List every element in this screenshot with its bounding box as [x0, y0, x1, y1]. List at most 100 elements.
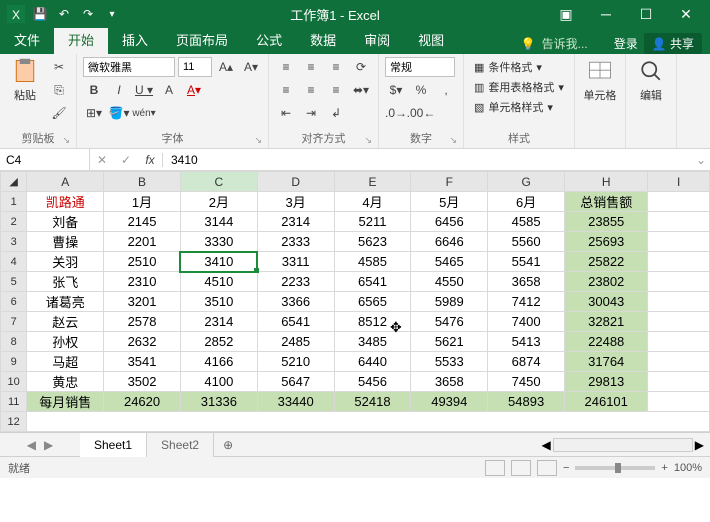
cell[interactable]: 3330	[180, 232, 257, 252]
tab-data[interactable]: 数据	[296, 28, 350, 54]
tab-review[interactable]: 审阅	[350, 28, 404, 54]
row-header[interactable]: 12	[1, 412, 27, 432]
orientation-icon[interactable]: ⟳	[350, 57, 372, 77]
col-header[interactable]: D	[257, 172, 334, 192]
zoom-in-icon[interactable]: +	[661, 462, 667, 474]
cell[interactable]: 5413	[488, 332, 565, 352]
cell[interactable]: 5621	[411, 332, 488, 352]
cell[interactable]: 25693	[565, 232, 648, 252]
align-middle-icon[interactable]: ≡	[300, 57, 322, 77]
merge-icon[interactable]: ⬌▾	[350, 80, 372, 100]
cell[interactable]: 4585	[334, 252, 411, 272]
cell[interactable]: 5456	[334, 372, 411, 392]
add-sheet-icon[interactable]: ⊕	[214, 438, 242, 452]
login-link[interactable]: 登录	[614, 35, 638, 52]
cell[interactable]	[648, 292, 710, 312]
cell[interactable]: 3311	[257, 252, 334, 272]
cells-button[interactable]: 单元格	[581, 57, 619, 103]
tab-pagelayout[interactable]: 页面布局	[162, 28, 242, 54]
editing-button[interactable]: 编辑	[632, 57, 670, 103]
cell[interactable]: 2632	[104, 332, 181, 352]
cell[interactable]: 5476	[411, 312, 488, 332]
row-header[interactable]: 10	[1, 372, 27, 392]
sheet-nav-next-icon[interactable]: ▶	[44, 438, 53, 452]
cell[interactable]: 24620	[104, 392, 181, 412]
cell[interactable]	[27, 412, 710, 432]
cell[interactable]: 5541	[488, 252, 565, 272]
cell[interactable]: 3510	[180, 292, 257, 312]
underline-button[interactable]: U ▾	[133, 80, 155, 100]
dialog-launcher-icon[interactable]: ↘	[449, 135, 457, 146]
decrease-font-icon[interactable]: A▾	[240, 57, 262, 77]
dialog-launcher-icon[interactable]: ↘	[254, 135, 262, 146]
cell[interactable]: 3201	[104, 292, 181, 312]
row-header[interactable]: 6	[1, 292, 27, 312]
decrease-indent-icon[interactable]: ⇤	[275, 103, 297, 123]
paste-button[interactable]: 粘贴	[6, 57, 44, 103]
cell[interactable]: 3502	[104, 372, 181, 392]
zoom-out-icon[interactable]: −	[563, 462, 569, 474]
cell[interactable]: 25822	[565, 252, 648, 272]
cell[interactable]	[648, 332, 710, 352]
cell[interactable]: 2510	[104, 252, 181, 272]
cell[interactable]: 2145	[104, 212, 181, 232]
cell[interactable]	[648, 232, 710, 252]
border-icon[interactable]: ⊞▾	[83, 103, 105, 123]
view-normal-icon[interactable]	[485, 460, 505, 476]
cell[interactable]: 张飞	[27, 272, 104, 292]
col-header[interactable]: C	[180, 172, 257, 192]
cell[interactable]: 关羽	[27, 252, 104, 272]
cell[interactable]: 3658	[488, 272, 565, 292]
cell[interactable]: 33440	[257, 392, 334, 412]
cell[interactable]: 1月	[104, 192, 181, 212]
cell[interactable]: 30043	[565, 292, 648, 312]
currency-icon[interactable]: $▾	[385, 80, 407, 100]
increase-indent-icon[interactable]: ⇥	[300, 103, 322, 123]
share-button[interactable]: 👤 共享	[644, 33, 702, 54]
hscroll-track[interactable]	[553, 438, 693, 452]
cell[interactable]: 6456	[411, 212, 488, 232]
fill-color-icon[interactable]: 🪣▾	[108, 103, 130, 123]
cell[interactable]: 29813	[565, 372, 648, 392]
cell[interactable]	[648, 212, 710, 232]
undo-icon[interactable]: ↶	[52, 2, 76, 26]
cell[interactable]	[648, 272, 710, 292]
row-header[interactable]: 7	[1, 312, 27, 332]
minimize-icon[interactable]: ─	[586, 1, 626, 27]
zoom-slider[interactable]	[575, 466, 655, 470]
cell[interactable]: 3月	[257, 192, 334, 212]
cell[interactable]: 2233	[257, 272, 334, 292]
bold-button[interactable]: B	[83, 80, 105, 100]
cell[interactable]: 49394	[411, 392, 488, 412]
sheet-tab[interactable]: Sheet2	[147, 433, 214, 457]
cell[interactable]: 3366	[257, 292, 334, 312]
row-header[interactable]: 8	[1, 332, 27, 352]
zoom-level[interactable]: 100%	[674, 462, 702, 474]
dialog-launcher-icon[interactable]: ↘	[364, 135, 372, 146]
align-top-icon[interactable]: ≡	[275, 57, 297, 77]
format-painter-icon[interactable]: 🖌	[48, 103, 70, 123]
cell[interactable]: 2201	[104, 232, 181, 252]
cell[interactable]: 5623	[334, 232, 411, 252]
cell[interactable]: 31336	[180, 392, 257, 412]
wrap-text-icon[interactable]: ↲	[325, 103, 347, 123]
formula-input[interactable]: 3410	[163, 153, 692, 167]
font-name-combo[interactable]: 微软雅黑	[83, 57, 175, 77]
cell[interactable]	[648, 192, 710, 212]
cell[interactable]: 8512	[334, 312, 411, 332]
cell[interactable]: 2月	[180, 192, 257, 212]
expand-formula-icon[interactable]: ⌄	[692, 153, 710, 167]
cell[interactable]: 32821	[565, 312, 648, 332]
close-icon[interactable]: ✕	[666, 1, 706, 27]
worksheet-grid[interactable]: ◢ A B C D E F G H I 1 凯路通 1月 2月 3月 4月 5月…	[0, 171, 710, 432]
cell[interactable]: 6646	[411, 232, 488, 252]
select-all-corner[interactable]: ◢	[1, 172, 27, 192]
cell[interactable]: 7400	[488, 312, 565, 332]
increase-font-icon[interactable]: A▴	[215, 57, 237, 77]
cell[interactable]: 54893	[488, 392, 565, 412]
tab-insert[interactable]: 插入	[108, 28, 162, 54]
col-header[interactable]: H	[565, 172, 648, 192]
cell[interactable]	[648, 352, 710, 372]
cell[interactable]: 31764	[565, 352, 648, 372]
cut-icon[interactable]: ✂	[48, 57, 70, 77]
